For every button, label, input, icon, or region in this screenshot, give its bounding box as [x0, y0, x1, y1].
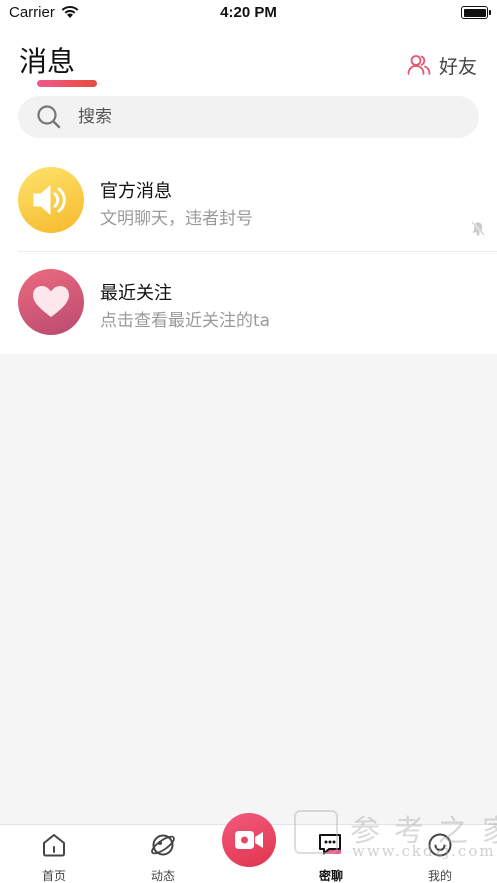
friends-label: 好友 — [438, 55, 477, 78]
home-icon — [43, 834, 65, 857]
chat-bubble-icon — [319, 834, 341, 855]
search-icon — [37, 105, 61, 129]
conversation-title: 官方消息 — [100, 181, 172, 202]
speaker-icon — [33, 185, 66, 215]
status-bar: Carrier 4:20 PM — [0, 0, 497, 26]
search-input[interactable] — [78, 107, 438, 127]
mute-bell-icon — [471, 221, 485, 236]
tab-label: 动态 — [150, 869, 175, 883]
heart-icon — [33, 286, 69, 317]
conversation-official[interactable]: 官方消息 文明聊天，违者封号 — [0, 151, 497, 251]
smile-icon — [428, 833, 452, 857]
tab-dynamic[interactable]: 动态 — [123, 825, 203, 883]
friends-button[interactable]: 好友 — [407, 52, 477, 78]
conversation-title: 最近关注 — [100, 283, 172, 304]
planet-icon — [151, 834, 175, 856]
video-camera-icon — [235, 831, 263, 849]
friends-icon — [407, 55, 431, 75]
title-underline — [37, 80, 97, 87]
conversation-subtitle: 点击查看最近关注的ta — [100, 311, 271, 331]
page-title-text: 消息 — [19, 45, 76, 78]
conversation-subtitle: 文明聊天，违者封号 — [100, 209, 253, 229]
tab-label: 密聊 — [318, 869, 343, 883]
battery-icon — [461, 6, 491, 19]
list-divider — [18, 251, 497, 252]
tab-home[interactable]: 首页 — [14, 825, 94, 883]
tab-label: 首页 — [41, 869, 66, 883]
tab-label: 我的 — [427, 869, 452, 883]
page-title: 消息 — [19, 40, 97, 87]
search-bar[interactable] — [18, 96, 479, 138]
video-record-button[interactable] — [222, 813, 276, 867]
conversation-recent-follows[interactable]: 最近关注 点击查看最近关注的ta — [0, 253, 497, 353]
tab-mine[interactable]: 我的 — [400, 825, 480, 883]
tab-secret-chat[interactable]: 密聊 — [291, 825, 371, 883]
follow-avatar — [18, 269, 84, 335]
official-avatar — [18, 167, 84, 233]
status-time: 4:20 PM — [220, 4, 277, 21]
messages-panel: 消息 好友 官方消息 文明聊天，违者封号 — [0, 26, 497, 354]
